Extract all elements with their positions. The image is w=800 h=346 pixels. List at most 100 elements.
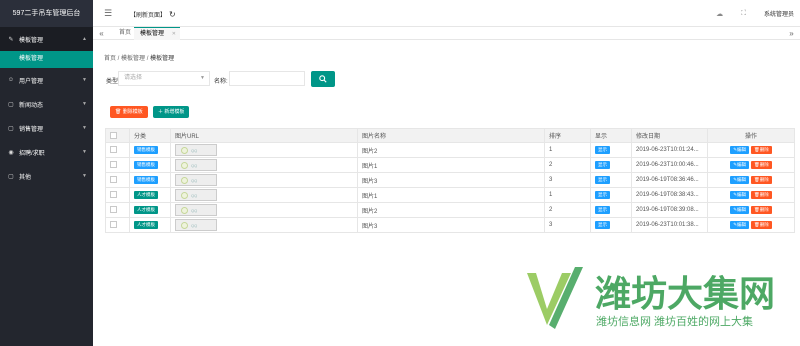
date-cell: 2019-06-23T10:00:46...: [631, 157, 708, 173]
operations-cell: ✎编辑 🗑删除: [707, 202, 795, 218]
table-header-row: 分类 图片URL 图片名称 排序 显示 修改日期 操作: [105, 128, 795, 143]
delete-button[interactable]: 🗑删除: [751, 146, 772, 154]
delete-selected-label: 删除模板: [122, 109, 143, 115]
menu-toggle-icon[interactable]: ☰: [104, 8, 112, 19]
sidebar-subitem-template-manage[interactable]: 模板管理: [0, 51, 93, 68]
select-all-cell: [105, 128, 130, 143]
delete-button[interactable]: 🗑删除: [751, 191, 772, 199]
add-template-button[interactable]: ＋ 新增模板: [153, 106, 190, 118]
edit-button[interactable]: ✎编辑: [730, 221, 750, 229]
select-cell: [105, 157, 130, 173]
delete-button[interactable]: 🗑删除: [751, 161, 772, 169]
thumb-text: QQ: [191, 163, 198, 168]
tabs-scroll-left-icon[interactable]: «: [95, 27, 108, 40]
fullscreen-icon[interactable]: ⛶: [741, 10, 746, 18]
name-label: 名称:: [214, 79, 228, 85]
type-select[interactable]: 请选择 ▼: [118, 71, 210, 86]
operations-cell: ✎编辑 🗑删除: [707, 142, 795, 158]
delete-button[interactable]: 🗑删除: [751, 221, 772, 229]
show-badge: 显示: [595, 191, 610, 199]
edit-button[interactable]: ✎编辑: [730, 191, 750, 199]
tab-template-manage[interactable]: 模板管理 ✕: [134, 27, 180, 40]
add-template-label: 新增模板: [164, 109, 185, 115]
topbar: ☰ 【刷新页面】 ↻ ☁ ⛶ 系统管理员: [93, 0, 800, 27]
refresh-button[interactable]: 【刷新页面】 ↻: [130, 10, 176, 19]
chevron-down-icon: ▼: [200, 75, 205, 81]
chevron-down-icon: ▼: [82, 149, 87, 155]
category-cell: 销售模板: [129, 172, 171, 188]
date-cell: 2019-06-23T10:01:24...: [631, 142, 708, 158]
edit-label: 编辑: [737, 147, 747, 152]
delete-label: 删除: [759, 147, 769, 152]
edit-button[interactable]: ✎编辑: [730, 176, 750, 184]
select-cell: [105, 172, 130, 188]
row-checkbox[interactable]: [110, 146, 117, 154]
search-button[interactable]: [311, 71, 335, 87]
row-checkbox[interactable]: [110, 161, 117, 169]
row-checkbox[interactable]: [110, 176, 117, 184]
delete-button[interactable]: 🗑删除: [751, 206, 772, 214]
sidebar-item-0[interactable]: ✎ 模板管理 ▲: [0, 27, 93, 51]
tab-label: 模板管理: [140, 31, 165, 37]
search-icon: [319, 75, 327, 83]
chevron-down-icon: ▼: [82, 101, 87, 107]
sidebar-item-4[interactable]: ◉ 招聘/求职 ▼: [0, 140, 93, 164]
image-name-cell: 图片1: [357, 187, 545, 203]
image-thumbnail[interactable]: QQ: [175, 174, 217, 186]
show-cell: 显示: [590, 142, 632, 158]
thumb-text: QQ: [191, 208, 198, 213]
image-url-cell: QQ: [170, 187, 358, 203]
thumb-text: QQ: [191, 223, 198, 228]
edit-button[interactable]: ✎编辑: [730, 161, 750, 169]
sidebar-item-1[interactable]: ☺ 用户管理 ▼: [0, 68, 93, 92]
image-thumbnail[interactable]: QQ: [175, 144, 217, 156]
admin-menu[interactable]: 系统管理员: [764, 9, 800, 18]
col-category: 分类: [129, 128, 171, 143]
sidebar-item-5[interactable]: ▢ 其他 ▼: [0, 164, 93, 188]
delete-label: 删除: [759, 162, 769, 167]
chevron-down-icon: ▼: [82, 77, 87, 83]
edit-button[interactable]: ✎编辑: [730, 206, 750, 214]
sidebar-item-label: 用户管理: [19, 78, 44, 85]
col-show: 显示: [590, 128, 632, 143]
delete-button[interactable]: 🗑删除: [751, 176, 772, 184]
qq-logo-icon: [181, 207, 188, 214]
theme-icon[interactable]: ☁: [716, 10, 723, 18]
image-thumbnail[interactable]: QQ: [175, 204, 217, 216]
breadcrumb-home[interactable]: 首页: [104, 56, 116, 62]
image-thumbnail[interactable]: QQ: [175, 219, 217, 231]
row-checkbox[interactable]: [110, 206, 117, 214]
sidebar-item-label: 销售管理: [19, 126, 44, 133]
col-sort: 排序: [544, 128, 591, 143]
category-cell: 人才模板: [129, 187, 171, 203]
show-badge: 显示: [595, 176, 610, 184]
type-label: 类型: [106, 79, 119, 85]
image-name-cell: 图片1: [357, 157, 545, 173]
row-checkbox[interactable]: [110, 191, 117, 199]
name-input[interactable]: [229, 71, 305, 86]
type-select-placeholder: 请选择: [124, 75, 143, 81]
sidebar-item-2[interactable]: ▢ 新闻动态 ▼: [0, 92, 93, 116]
row-checkbox[interactable]: [110, 221, 117, 229]
delete-selected-button[interactable]: 🗑 删除模板: [110, 106, 148, 118]
select-all-checkbox[interactable]: [110, 131, 117, 139]
sort-cell: 2: [544, 157, 591, 173]
show-cell: 显示: [590, 217, 632, 233]
sort-cell: 3: [544, 217, 591, 233]
col-image-name: 图片名称: [357, 128, 545, 143]
tabs-scroll-right-icon[interactable]: »: [785, 27, 798, 40]
select-cell: [105, 202, 130, 218]
image-thumbnail[interactable]: QQ: [175, 159, 217, 171]
image-thumbnail[interactable]: QQ: [175, 189, 217, 201]
sidebar-item-3[interactable]: ▢ 销售管理 ▼: [0, 116, 93, 140]
table-row: 销售模板 QQ 图片2 1 显示 2019-06-23T10:01:24... ✎编辑 🗑删除: [105, 142, 795, 158]
edit-button[interactable]: ✎编辑: [730, 146, 750, 154]
image-url-cell: QQ: [170, 217, 358, 233]
qq-logo-icon: [181, 222, 188, 229]
image-name-cell: 图片3: [357, 172, 545, 188]
image-name-cell: 图片2: [357, 142, 545, 158]
col-modified-date: 修改日期: [631, 128, 708, 143]
sort-cell: 2: [544, 202, 591, 218]
image-name-cell: 图片3: [357, 217, 545, 233]
breadcrumb-parent[interactable]: 模板管理: [121, 56, 145, 62]
